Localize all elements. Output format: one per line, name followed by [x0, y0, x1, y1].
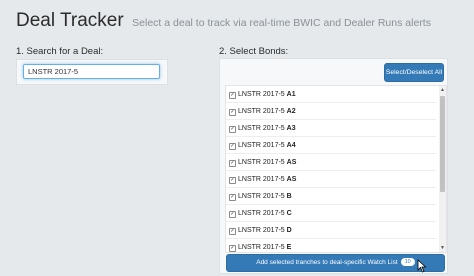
bond-row[interactable]: ✓ LNSTR 2017-5 C	[226, 207, 436, 222]
page-title: Deal Tracker	[16, 10, 124, 31]
bond-row[interactable]: ✓ LNSTR 2017-5 D	[226, 224, 436, 239]
bond-checkbox[interactable]: ✓	[229, 126, 236, 133]
bond-row[interactable]: ✓ LNSTR 2017-5 B	[226, 190, 436, 205]
bond-deal-name: LNSTR 2017-5	[238, 210, 285, 217]
bond-tranche: E	[286, 244, 292, 251]
check-mark-icon: ✓	[230, 109, 235, 115]
check-mark-icon: ✓	[230, 177, 235, 183]
bond-row[interactable]: ✓ LNSTR 2017-5 A4	[226, 139, 436, 154]
bond-deal-name: LNSTR 2017-5	[238, 125, 285, 132]
bond-tranche: A4	[286, 142, 296, 149]
bond-deal-name: LNSTR 2017-5	[238, 91, 285, 98]
bond-tranche: A2	[286, 108, 296, 115]
bond-row[interactable]: ✓ LNSTR 2017-5 E	[226, 241, 436, 252]
bond-checkbox[interactable]: ✓	[229, 228, 236, 235]
check-mark-icon: ✓	[230, 126, 235, 132]
bond-tranche: A1	[286, 91, 296, 98]
page-subtitle: Select a deal to track via real-time BWI…	[132, 17, 431, 29]
bond-row[interactable]: ✓ LNSTR 2017-5 A1	[226, 88, 436, 103]
bond-row[interactable]: ✓ LNSTR 2017-5 AS	[226, 173, 436, 188]
scroll-up-arrow-icon[interactable]: ▲	[439, 86, 446, 94]
bond-tranche: C	[286, 210, 292, 217]
check-mark-icon: ✓	[230, 194, 235, 200]
bond-checkbox[interactable]: ✓	[229, 211, 236, 218]
bond-row[interactable]: ✓ LNSTR 2017-5 A3	[226, 122, 436, 137]
bond-deal-name: LNSTR 2017-5	[238, 142, 285, 149]
check-mark-icon: ✓	[230, 92, 235, 98]
bond-label: LNSTR 2017-5 AS	[238, 175, 296, 184]
deal-search-input[interactable]	[23, 64, 160, 79]
bond-tranche: AS	[286, 159, 297, 166]
bond-checkbox[interactable]: ✓	[229, 160, 236, 167]
search-panel	[16, 59, 168, 85]
bond-label: LNSTR 2017-5 E	[238, 243, 291, 252]
bond-label: LNSTR 2017-5 A4	[238, 141, 296, 150]
check-mark-icon: ✓	[230, 160, 235, 166]
bond-row[interactable]: ✓ LNSTR 2017-5 A2	[226, 105, 436, 120]
bond-checkbox[interactable]: ✓	[229, 245, 236, 252]
scrollbar-thumb[interactable]	[440, 96, 445, 192]
bond-tranche: B	[286, 193, 292, 200]
search-label: 1. Search for a Deal:	[16, 46, 104, 57]
bond-label: LNSTR 2017-5 C	[238, 209, 292, 218]
check-mark-icon: ✓	[230, 143, 235, 149]
bond-label: LNSTR 2017-5 AS	[238, 158, 296, 167]
bond-label: LNSTR 2017-5 A3	[238, 124, 296, 133]
mouse-pointer-icon	[417, 259, 427, 273]
bond-deal-name: LNSTR 2017-5	[238, 108, 285, 115]
bond-checkbox[interactable]: ✓	[229, 177, 236, 184]
bond-tranche: A3	[286, 125, 296, 132]
bond-label: LNSTR 2017-5 A1	[238, 90, 296, 99]
bond-list-scrollbar[interactable]: ▲ ▼	[439, 86, 446, 252]
bond-deal-name: LNSTR 2017-5	[238, 244, 285, 251]
bond-checkbox[interactable]: ✓	[229, 143, 236, 150]
bond-deal-name: LNSTR 2017-5	[238, 159, 285, 166]
bonds-panel: Select/Deselect All ✓ LNSTR 2017-5 E ✓ LNST…	[219, 58, 448, 274]
bond-label: LNSTR 2017-5 B	[238, 192, 292, 201]
bond-deal-name: LNSTR 2017-5	[238, 176, 285, 183]
selected-count-badge: 10	[400, 258, 415, 267]
select-bonds-label: 2. Select Bonds:	[219, 46, 289, 57]
bond-label: LNSTR 2017-5 D	[238, 226, 292, 235]
bond-list[interactable]: ✓ LNSTR 2017-5 E ✓ LNSTR 2017-5 D ✓ LNSTR 201…	[225, 85, 447, 253]
bond-deal-name: LNSTR 2017-5	[238, 193, 285, 200]
bond-label: LNSTR 2017-5 A2	[238, 107, 296, 116]
bond-checkbox[interactable]: ✓	[229, 109, 236, 116]
add-to-watch-list-button[interactable]: Add selected tranches to deal-specific W…	[226, 254, 445, 272]
bond-tranche: AS	[286, 176, 297, 183]
page-header: Deal Tracker Select a deal to track via …	[16, 10, 431, 32]
select-deselect-all-button[interactable]: Select/Deselect All	[384, 63, 444, 82]
bond-checkbox[interactable]: ✓	[229, 92, 236, 99]
bond-checkbox[interactable]: ✓	[229, 194, 236, 201]
bond-tranche: D	[286, 227, 292, 234]
bond-row[interactable]: ✓ LNSTR 2017-5 AS	[226, 156, 436, 171]
check-mark-icon: ✓	[230, 245, 235, 251]
check-mark-icon: ✓	[230, 228, 235, 234]
check-mark-icon: ✓	[230, 211, 235, 217]
bond-deal-name: LNSTR 2017-5	[238, 227, 285, 234]
add-to-watch-list-label: Add selected tranches to deal-specific W…	[256, 259, 398, 266]
scroll-down-arrow-icon[interactable]: ▼	[439, 244, 446, 252]
